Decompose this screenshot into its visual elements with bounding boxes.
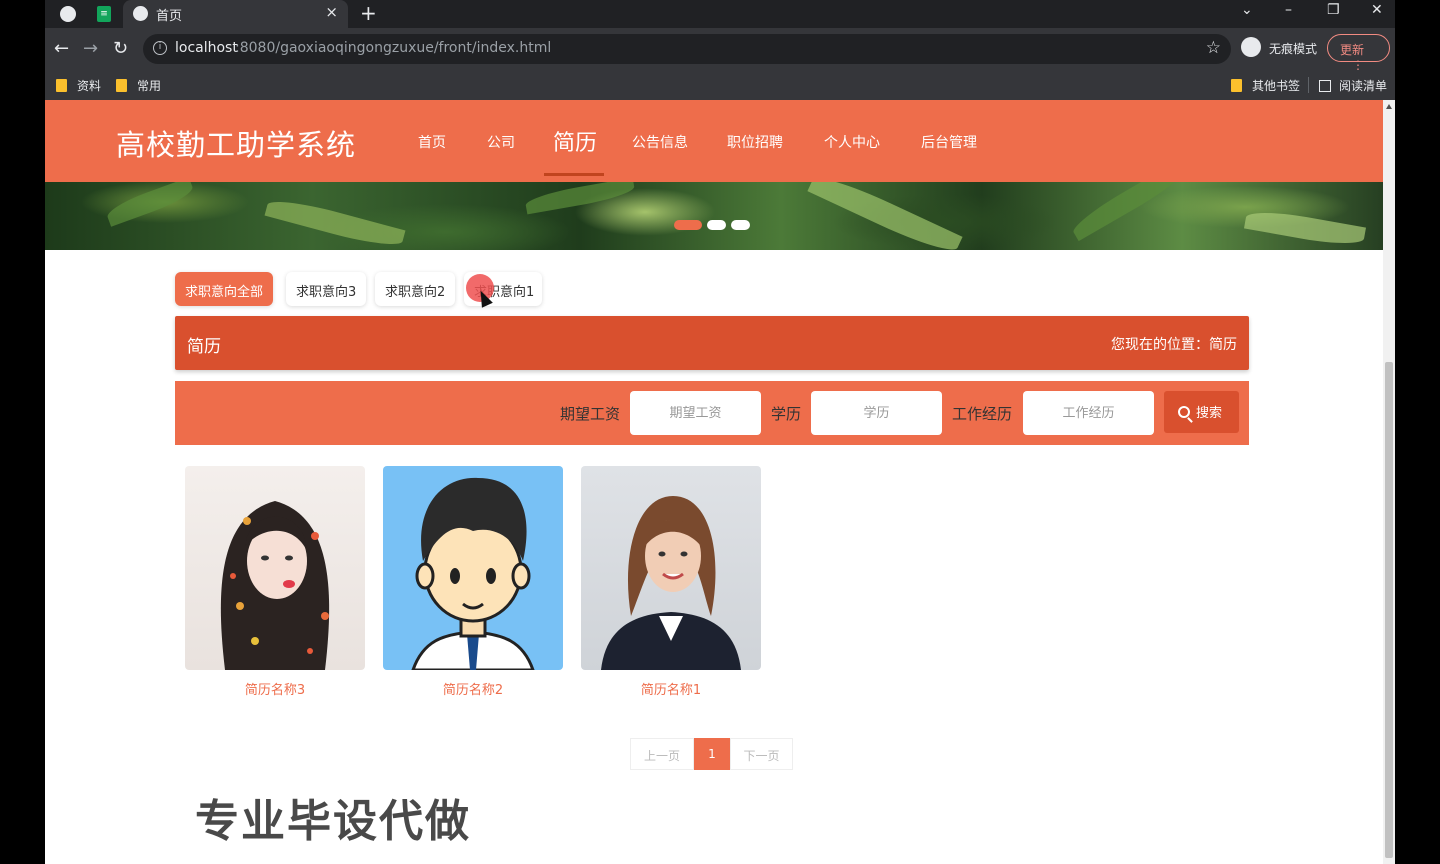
filter-intention-3[interactable]: 求职意向3 — [286, 272, 366, 306]
close-window-button[interactable]: ✕ — [1371, 2, 1383, 18]
portrait-image — [411, 477, 535, 670]
browser-window: ≡ 首页 × + ⌄ – ❐ ✕ ← → ↻ i localhost :8080… — [45, 0, 1395, 864]
resume-card[interactable]: 简历名称2 — [383, 466, 563, 698]
close-tab-icon[interactable]: × — [325, 3, 338, 21]
bookmark-folder[interactable]: 常用 — [116, 77, 161, 94]
breadcrumb: 您现在的位置：简历 — [1111, 337, 1237, 353]
nav-profile[interactable]: 个人中心 — [824, 132, 880, 152]
search-button[interactable]: 搜索 — [1164, 391, 1239, 433]
page-content: 高校勤工助学系统 首页 公司 简历 公告信息 职位招聘 个人中心 后台管理 求职 — [45, 100, 1383, 864]
section-title: 简历 — [187, 337, 221, 357]
other-bookmarks[interactable]: 其他书签 — [1231, 77, 1300, 94]
active-tab[interactable]: 首页 × — [123, 0, 348, 28]
folder-icon — [56, 79, 67, 92]
reading-list[interactable]: 阅读清单 — [1319, 77, 1387, 94]
banner-leaf — [104, 182, 196, 227]
page-scrollbar[interactable] — [1383, 100, 1395, 864]
folder-icon — [1231, 79, 1242, 92]
tab-search-icon[interactable]: ⌄ — [1241, 2, 1253, 18]
reading-list-icon — [1319, 80, 1331, 92]
sheets-icon[interactable]: ≡ — [97, 6, 111, 22]
banner-leaf — [264, 194, 406, 250]
site-header: 高校勤工助学系统 首页 公司 简历 公告信息 职位招聘 个人中心 后台管理 — [45, 100, 1383, 182]
education-input[interactable] — [811, 391, 942, 435]
reload-icon[interactable]: ↻ — [113, 38, 128, 59]
prev-page-button[interactable]: 上一页 — [630, 738, 694, 770]
nav-jobs[interactable]: 职位招聘 — [727, 132, 783, 152]
experience-input[interactable] — [1023, 391, 1154, 435]
next-page-button[interactable]: 下一页 — [730, 738, 793, 770]
resume-photo[interactable] — [383, 466, 563, 670]
resume-name[interactable]: 简历名称2 — [383, 679, 563, 698]
site-info-icon[interactable]: i — [153, 41, 167, 55]
salary-input[interactable] — [630, 391, 761, 435]
carousel-dot[interactable] — [707, 220, 726, 230]
nav-home[interactable]: 首页 — [418, 132, 446, 152]
browser-toolbar: ← → ↻ i localhost :8080/gaoxiaoqingongzu… — [45, 28, 1395, 72]
globe-icon — [133, 6, 148, 21]
search-icon — [1178, 406, 1190, 418]
forward-arrow-icon[interactable]: → — [83, 38, 98, 59]
update-button[interactable]: 更新 ⋮ — [1327, 34, 1390, 72]
resume-name[interactable]: 简历名称1 — [581, 679, 761, 698]
scroll-up-icon[interactable] — [1386, 104, 1392, 109]
banner-leaf — [524, 182, 636, 215]
tab-title: 首页 — [156, 9, 183, 24]
resume-name[interactable]: 简历名称3 — [185, 679, 365, 698]
carousel-dot-active[interactable] — [674, 220, 702, 230]
portrait-image — [601, 496, 741, 670]
url-host: localhost — [175, 40, 238, 56]
filter-intention-2[interactable]: 求职意向2 — [375, 272, 455, 306]
restore-button[interactable]: ❐ — [1327, 2, 1340, 18]
resume-card[interactable]: 简历名称1 — [581, 466, 761, 698]
globe-icon[interactable] — [60, 6, 76, 22]
divider — [1308, 77, 1309, 93]
experience-label: 工作经历 — [952, 405, 1013, 423]
folder-icon — [116, 79, 127, 92]
nav-resume[interactable]: 简历 — [553, 125, 597, 157]
back-arrow-icon[interactable]: ← — [54, 38, 69, 59]
banner-carousel — [45, 182, 1383, 250]
minimize-button[interactable]: – — [1285, 2, 1292, 18]
banner-leaf — [807, 182, 963, 250]
url-path: :8080/gaoxiaoqingongzuxue/front/index.ht… — [235, 40, 552, 56]
bookmarks-bar: 资料 常用 其他书签 阅读清单 — [45, 70, 1395, 100]
nav-notices[interactable]: 公告信息 — [632, 132, 688, 152]
education-label: 学历 — [771, 405, 802, 423]
section-title-bar: 简历 您现在的位置：简历 — [175, 316, 1249, 370]
incognito-icon[interactable] — [1241, 37, 1261, 57]
incognito-label: 无痕模式 — [1269, 42, 1318, 56]
banner-leaf — [1068, 182, 1192, 242]
banner-leaf — [1244, 206, 1366, 250]
portrait-image — [220, 501, 330, 670]
tab-strip: ≡ 首页 × + ⌄ – ❐ ✕ — [45, 0, 1395, 28]
resume-card[interactable]: 简历名称3 — [185, 466, 365, 698]
new-tab-button[interactable]: + — [360, 1, 377, 25]
filter-all[interactable]: 求职意向全部 — [175, 272, 273, 306]
nav-admin[interactable]: 后台管理 — [921, 132, 977, 152]
search-bar: 期望工资 学历 工作经历 搜索 — [175, 381, 1249, 445]
nav-active-indicator — [544, 173, 604, 176]
nav-company[interactable]: 公司 — [487, 132, 515, 152]
carousel-dot[interactable] — [731, 220, 750, 230]
resume-photo[interactable] — [581, 466, 761, 670]
salary-label: 期望工资 — [560, 405, 621, 423]
site-logo[interactable]: 高校勤工助学系统 — [116, 122, 356, 164]
scroll-thumb[interactable] — [1385, 362, 1393, 858]
page-number-current[interactable]: 1 — [694, 738, 730, 770]
bookmark-folder[interactable]: 资料 — [56, 77, 101, 94]
address-bar[interactable]: i localhost :8080/gaoxiaoqingongzuxue/fr… — [143, 34, 1231, 64]
resume-photo[interactable] — [185, 466, 365, 670]
bookmark-star-icon[interactable]: ☆ — [1206, 38, 1221, 58]
watermark-text: 专业毕设代做 — [195, 796, 471, 847]
